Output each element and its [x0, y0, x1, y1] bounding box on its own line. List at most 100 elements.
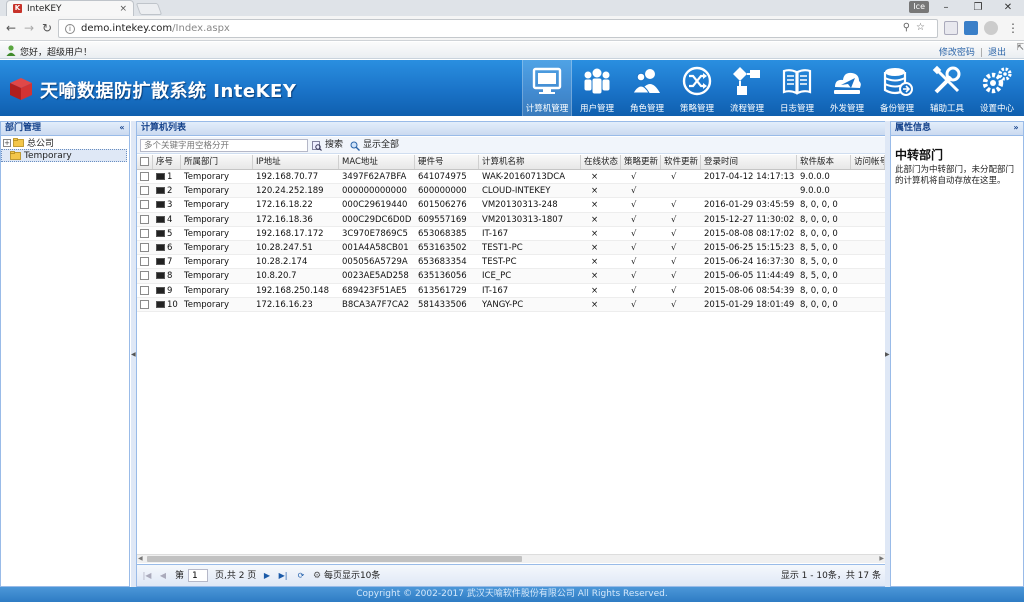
tree-node-headquarters[interactable]: + 总公司	[1, 136, 129, 149]
row-select-cell[interactable]	[137, 298, 153, 312]
show-all-button[interactable]: 显示全部	[350, 139, 399, 152]
column-header-ip[interactable]: IP地址	[253, 155, 339, 169]
first-page-icon[interactable]: |◀	[141, 570, 153, 582]
close-window-icon[interactable]: ✕	[994, 0, 1022, 16]
pin-icon[interactable]: ⇱	[1016, 43, 1024, 53]
row-select-cell[interactable]	[137, 241, 153, 255]
tree-node-temporary[interactable]: Temporary	[1, 149, 127, 162]
restore-icon[interactable]: ❐	[964, 0, 992, 16]
row-checkbox[interactable]	[140, 214, 149, 224]
nav-policy-management[interactable]: 策略管理	[672, 60, 722, 116]
prev-page-icon[interactable]: ◀	[157, 570, 169, 582]
horizontal-scrollbar[interactable]: ◀ ▶	[137, 554, 885, 563]
back-icon[interactable]: ←	[4, 21, 18, 35]
nav-settings-center[interactable]: 设置中心	[972, 60, 1022, 116]
column-header-software-update[interactable]: 软件更新	[661, 155, 701, 169]
scroll-left-icon[interactable]: ◀	[138, 555, 143, 562]
greeting-text: 您好，超级用户！	[20, 48, 93, 58]
scroll-right-icon[interactable]: ▶	[879, 555, 884, 562]
table-row[interactable]: 8 Temporary 10.8.20.7 0023AE5AD258 635136056…	[137, 269, 885, 284]
row-checkbox[interactable]	[140, 172, 149, 181]
row-checkbox[interactable]	[140, 257, 149, 267]
row-checkbox[interactable]	[140, 271, 149, 281]
extension-shield-icon[interactable]	[944, 21, 958, 35]
table-row[interactable]: 4 Temporary 172.16.18.36 000C29DC6D0D 609557…	[137, 212, 885, 227]
row-select-cell[interactable]	[137, 184, 153, 198]
profile-badge[interactable]: Ice	[909, 1, 929, 13]
search-input[interactable]	[140, 139, 308, 152]
column-header-login-time[interactable]: 登录时间	[701, 155, 797, 169]
scrollbar-thumb[interactable]	[147, 556, 522, 562]
row-checkbox[interactable]	[140, 200, 149, 210]
bookmark-star-icon[interactable]: ⚲☆	[903, 22, 931, 33]
column-header-department[interactable]: 所属部门	[181, 155, 253, 169]
cell-seq: 8	[153, 269, 181, 283]
forward-icon[interactable]: →	[22, 21, 36, 35]
row-checkbox[interactable]	[140, 299, 149, 309]
reload-icon[interactable]: ↻	[40, 21, 54, 35]
column-header-policy-update[interactable]: 策略更新	[621, 155, 661, 169]
logout-link[interactable]: 退出	[988, 48, 1006, 58]
row-select-cell[interactable]	[137, 269, 153, 283]
table-row[interactable]: 5 Temporary 192.168.17.172 3C970E7869C5 6530…	[137, 227, 885, 241]
expand-right-icon[interactable]: »	[1011, 123, 1021, 133]
nav-role-management[interactable]: 角色管理	[622, 60, 672, 116]
table-row[interactable]: 6 Temporary 10.28.247.51 001A4A58CB01 653163…	[137, 240, 885, 256]
minimize-icon[interactable]: –	[932, 0, 960, 16]
table-row[interactable]: 1 Temporary 192.168.70.77 3497F62A7BFA 64107…	[137, 170, 885, 185]
nav-computer-management[interactable]: 计算机管理	[522, 60, 572, 116]
url-input[interactable]: i demo.intekey.com/Index.aspx ⚲☆	[58, 19, 938, 38]
browser-menu-icon[interactable]: ⋮	[1006, 21, 1020, 35]
column-header-computer-name[interactable]: 计算机名称	[479, 155, 581, 169]
last-page-icon[interactable]: ▶|	[277, 570, 289, 582]
row-checkbox[interactable]	[140, 228, 149, 238]
search-button[interactable]: 搜索	[312, 139, 343, 152]
row-select-cell[interactable]	[137, 198, 153, 212]
page-number-input[interactable]	[188, 569, 208, 582]
computer-list-panel: 计算机列表 搜索 显示全部 序号所属部门IP地址MAC地址硬件号计算机名称在线状…	[136, 121, 886, 587]
nav-user-management[interactable]: 用户管理	[572, 60, 622, 116]
row-checkbox[interactable]	[140, 186, 149, 196]
column-header-version[interactable]: 软件版本	[797, 155, 851, 169]
site-info-icon[interactable]: i	[65, 23, 75, 34]
column-header-mac[interactable]: MAC地址	[339, 155, 415, 169]
nav-outgoing-management[interactable]: 外发管理	[822, 60, 872, 116]
row-select-cell[interactable]	[137, 213, 153, 227]
cell-login-time: 2015-12-27 11:30:02	[704, 214, 795, 225]
cell-hardware-id: 641074975	[418, 172, 467, 182]
nav-process-management[interactable]: 流程管理	[722, 60, 772, 116]
table-row[interactable]: 10 Temporary 172.16.16.23 B8CA3A7F7CA2 58143…	[137, 297, 885, 312]
column-header-access-account[interactable]: 访问帐号	[851, 155, 885, 169]
column-header-seq[interactable]: 序号	[153, 155, 181, 169]
collapse-left-icon[interactable]: «	[117, 123, 127, 133]
nav-log-management[interactable]: 日志管理	[772, 60, 822, 116]
table-row[interactable]: 9 Temporary 192.168.250.148 689423F51AE5 613…	[137, 284, 885, 298]
per-page-button[interactable]: ⚙ 每页显示10条	[313, 570, 380, 582]
extension-circle-icon[interactable]	[984, 21, 998, 35]
change-password-link[interactable]: 修改密码	[939, 48, 975, 58]
table-row[interactable]: 3 Temporary 172.16.18.22 000C29619440 601506…	[137, 198, 885, 213]
next-page-icon[interactable]: ▶	[261, 570, 273, 582]
nav-auxiliary-tools[interactable]: 辅助工具	[922, 60, 972, 116]
new-tab-button[interactable]	[135, 3, 163, 15]
row-checkbox[interactable]	[140, 285, 149, 295]
refresh-icon[interactable]: ⟳	[295, 570, 307, 582]
row-checkbox[interactable]	[140, 242, 149, 252]
table-row[interactable]: 2 Temporary 120.24.252.189 000000000000 6000…	[137, 184, 885, 199]
tab-close-icon[interactable]: ×	[119, 4, 127, 14]
nav-backup-management[interactable]: 备份管理	[872, 60, 922, 116]
tree-expand-icon[interactable]: +	[3, 138, 11, 147]
system-title: 天喻数据防扩散系统 InteKEY	[40, 81, 297, 102]
column-header-online[interactable]: 在线状态	[581, 155, 621, 169]
splitter-arrow-icon: ▶	[885, 351, 890, 358]
row-select-cell[interactable]	[137, 227, 153, 241]
select-all-checkbox[interactable]	[140, 157, 149, 166]
browser-tab[interactable]: K InteKEY ×	[6, 0, 134, 16]
row-select-cell[interactable]	[137, 255, 153, 269]
column-header-hardware-id[interactable]: 硬件号	[415, 155, 479, 169]
row-select-cell[interactable]	[137, 284, 153, 298]
row-select-cell[interactable]	[137, 170, 153, 184]
select-all-cell[interactable]	[137, 155, 153, 169]
table-row[interactable]: 7 Temporary 10.28.2.174 005056A5729A 6536833…	[137, 255, 885, 270]
extension-cast-icon[interactable]	[964, 21, 978, 35]
